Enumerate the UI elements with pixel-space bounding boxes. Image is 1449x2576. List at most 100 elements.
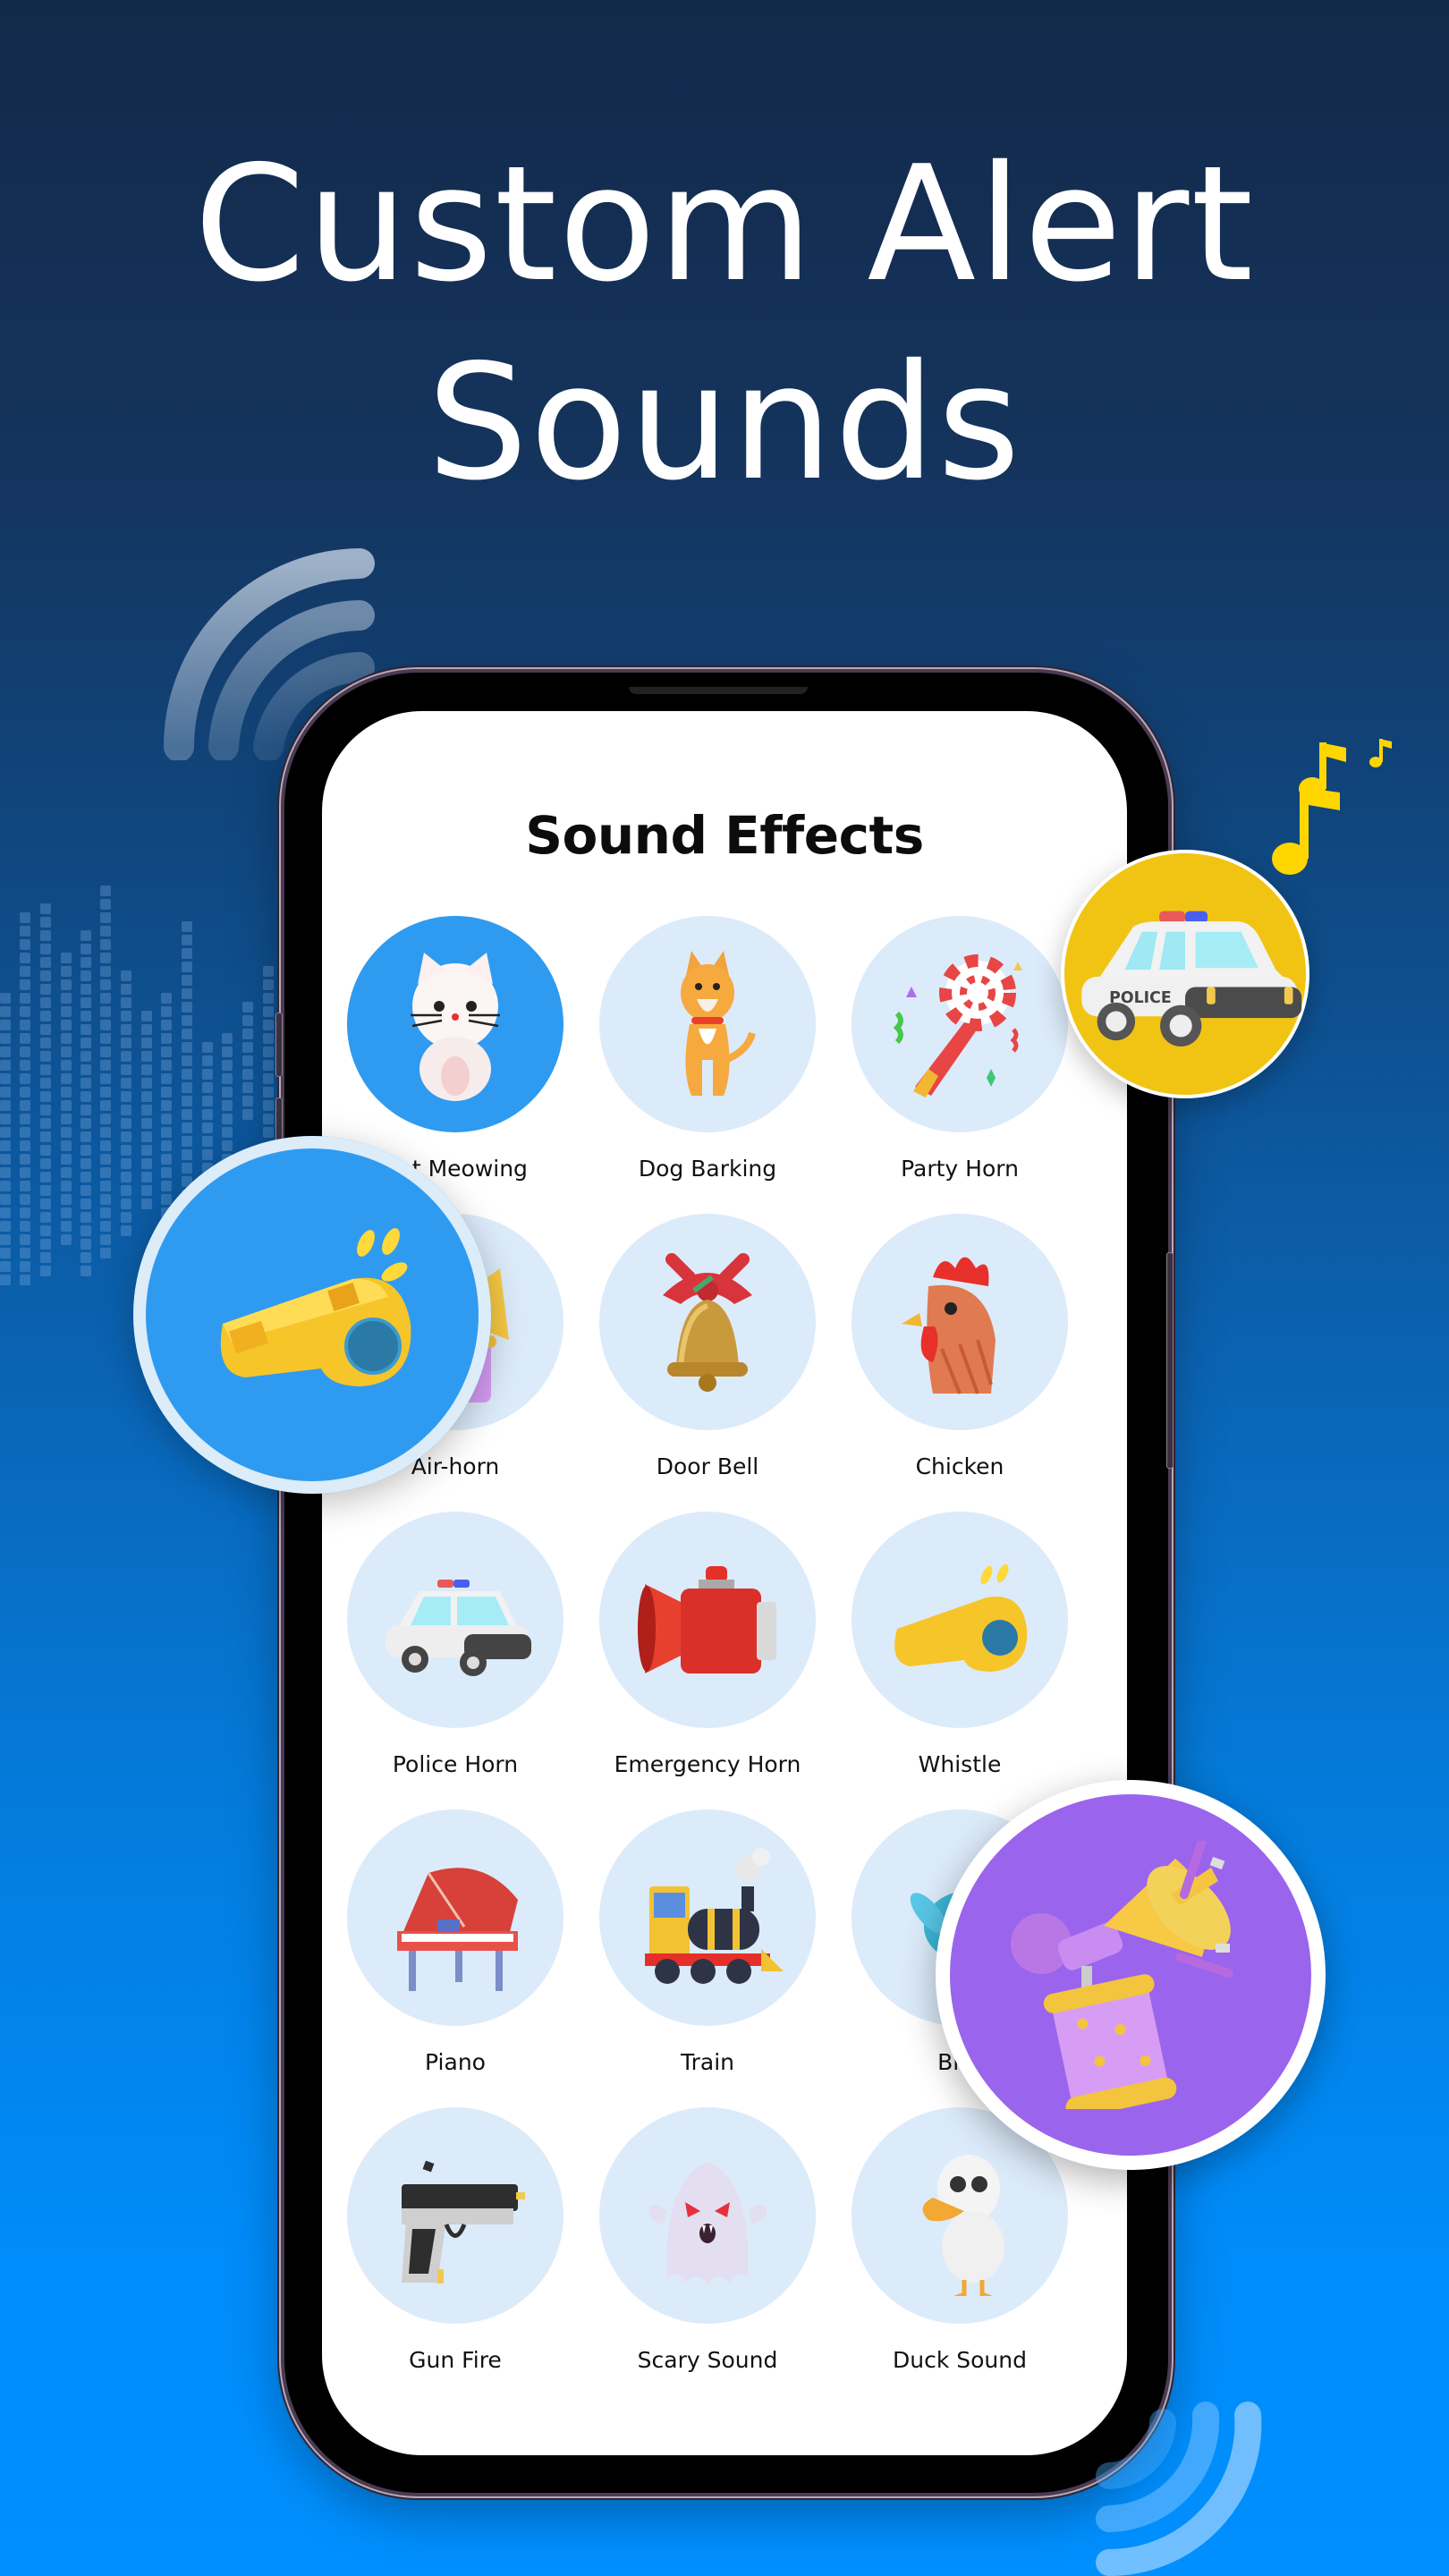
equalizer-dot	[40, 930, 51, 941]
equalizer-dot	[222, 1046, 233, 1057]
equalizer-dot	[80, 1064, 91, 1075]
sound-item-label: Piano	[425, 2049, 486, 2075]
air-horn-icon	[1011, 1841, 1233, 2109]
equalizer-dot	[121, 1212, 131, 1223]
sound-item-dog-barking[interactable]: Dog Barking	[596, 916, 819, 1202]
equalizer-dot	[0, 1100, 11, 1111]
whistle-icon	[894, 1563, 1028, 1672]
equalizer-dot	[80, 1225, 91, 1236]
equalizer-dot	[242, 1096, 253, 1106]
equalizer-dot	[202, 1109, 213, 1120]
equalizer-dot	[20, 1181, 30, 1191]
equalizer-dot	[80, 1158, 91, 1169]
equalizer-dot	[20, 993, 30, 1004]
equalizer-dot	[182, 921, 192, 932]
equalizer-dot	[80, 1252, 91, 1263]
sound-item-circle[interactable]	[852, 916, 1068, 1132]
equalizer-dot	[100, 899, 111, 910]
sound-item-emergency-horn[interactable]: Emergency Horn	[596, 1512, 819, 1798]
sound-item-party-horn[interactable]: Party Horn	[848, 916, 1072, 1202]
equalizer-dot	[80, 970, 91, 981]
equalizer-dot	[161, 1020, 172, 1030]
sound-item-door-bell[interactable]: Door Bell	[596, 1214, 819, 1500]
sound-item-circle[interactable]	[347, 1512, 564, 1728]
sound-item-circle[interactable]	[852, 1214, 1068, 1430]
equalizer-dot	[40, 1105, 51, 1115]
sound-item-circle[interactable]	[599, 1809, 816, 2026]
equalizer-dot	[61, 1100, 72, 1111]
equalizer-dot	[182, 1136, 192, 1147]
equalizer-dot	[121, 1064, 131, 1075]
equalizer-dot	[0, 1181, 11, 1191]
sound-item-scary-sound[interactable]: Scary Sound	[596, 2107, 819, 2394]
equalizer-dot	[80, 1145, 91, 1156]
equalizer-dot	[141, 1051, 152, 1062]
equalizer-dot	[0, 993, 11, 1004]
equalizer-dot	[141, 1024, 152, 1035]
equalizer-dot	[61, 1221, 72, 1232]
equalizer-dot	[100, 1100, 111, 1111]
duck-icon	[922, 2155, 1004, 2296]
sound-item-circle[interactable]	[599, 1512, 816, 1728]
equalizer-dot	[61, 1127, 72, 1138]
equalizer-dot	[61, 1020, 72, 1030]
sound-item-circle[interactable]	[599, 2107, 816, 2324]
sound-item-train[interactable]: Train	[596, 1809, 819, 2096]
equalizer-dot	[0, 1060, 11, 1071]
equalizer-dot	[182, 1082, 192, 1093]
sound-item-duck-sound[interactable]: Duck Sound	[848, 2107, 1072, 2394]
sound-item-circle[interactable]	[347, 916, 564, 1132]
sound-item-gun-fire[interactable]: Gun Fire	[343, 2107, 567, 2394]
sound-item-circle[interactable]	[599, 916, 816, 1132]
equalizer-dot	[80, 1038, 91, 1048]
equalizer-dot	[40, 917, 51, 928]
equalizer-dot	[80, 1011, 91, 1021]
equalizer-dot	[20, 912, 30, 923]
ghost-icon	[648, 2162, 767, 2285]
equalizer-dot	[121, 1118, 131, 1129]
equalizer-dot	[40, 957, 51, 968]
cat-icon	[411, 953, 500, 1101]
equalizer-dot	[161, 1140, 172, 1151]
sound-item-circle[interactable]	[347, 2107, 564, 2324]
equalizer-dot	[0, 1167, 11, 1178]
equalizer-dot	[242, 1055, 253, 1066]
equalizer-dot	[202, 1055, 213, 1066]
sound-item-circle[interactable]	[599, 1214, 816, 1430]
equalizer-dot	[100, 1221, 111, 1232]
sound-item-circle[interactable]	[347, 1809, 564, 2026]
equalizer-dot	[222, 1100, 233, 1111]
equalizer-dot	[40, 1252, 51, 1263]
equalizer-dot	[100, 993, 111, 1004]
equalizer-dot	[100, 1060, 111, 1071]
equalizer-dot	[141, 1091, 152, 1102]
equalizer-dot	[20, 1261, 30, 1272]
sound-item-whistle[interactable]: Whistle	[848, 1512, 1072, 1798]
equalizer-dot	[20, 1127, 30, 1138]
phone-power-button	[1166, 1252, 1174, 1469]
equalizer-dot	[20, 1275, 30, 1285]
equalizer-dot	[161, 1181, 172, 1191]
equalizer-dot	[182, 1015, 192, 1026]
equalizer-dot	[20, 1140, 30, 1151]
equalizer-dot	[182, 975, 192, 986]
equalizer-dot	[80, 957, 91, 968]
equalizer-dot	[80, 944, 91, 954]
equalizer-dot	[141, 1199, 152, 1209]
equalizer-dot	[242, 1015, 253, 1026]
equalizer-dot	[0, 1208, 11, 1218]
equalizer-dot	[100, 1046, 111, 1057]
sound-item-police-horn[interactable]: Police Horn	[343, 1512, 567, 1798]
equalizer-dot	[20, 926, 30, 936]
equalizer-dot	[61, 1181, 72, 1191]
equalizer-dot	[182, 962, 192, 972]
equalizer-dot	[61, 1046, 72, 1057]
sound-effects-grid: Cat Meowing Dog Barking Party Horn Air-horn…	[322, 711, 1127, 2455]
equalizer-dot	[202, 1082, 213, 1093]
sound-item-circle[interactable]	[852, 1512, 1068, 1728]
equalizer-dot	[40, 1078, 51, 1089]
sound-item-piano[interactable]: Piano	[343, 1809, 567, 2096]
equalizer-dot	[0, 1261, 11, 1272]
equalizer-dot	[182, 1002, 192, 1013]
sound-item-chicken[interactable]: Chicken	[848, 1214, 1072, 1500]
